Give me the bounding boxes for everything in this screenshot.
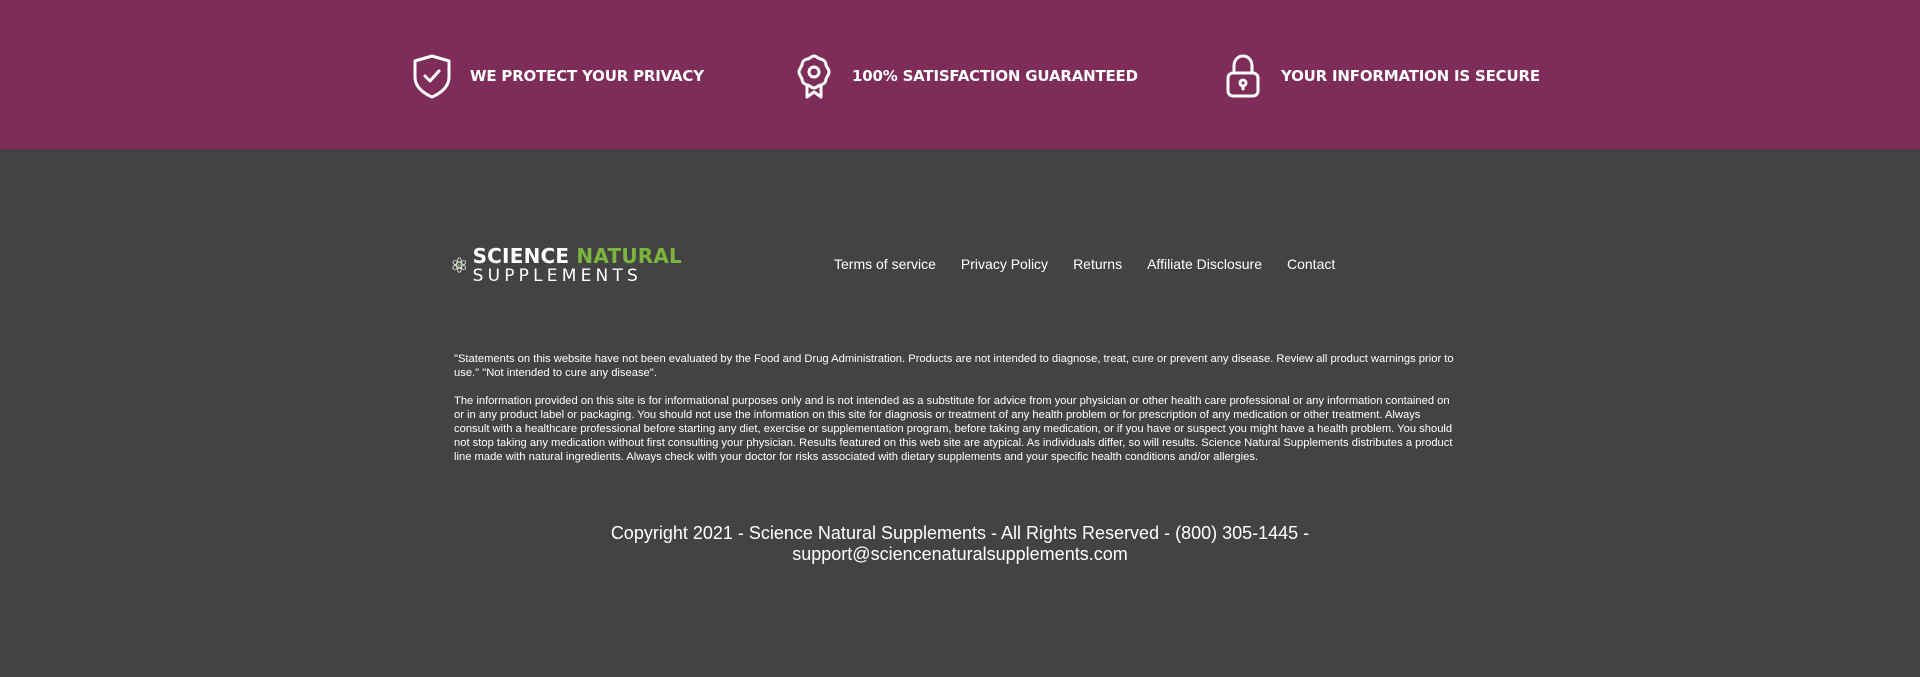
fda-disclaimer: "Statements on this website have not bee… [454,353,1454,379]
logo-word-science: SCIENCE [472,243,570,268]
atom-logo-icon [452,257,467,273]
logo-wordmark: SCIENCE NATURAL SUPPLEMENTS [473,246,682,285]
footer-link-contact[interactable]: Contact [1287,256,1335,272]
trust-bar: WE PROTECT YOUR PRIVACY 100% SATISFACTIO… [0,0,1920,149]
privacy-label: WE PROTECT YOUR PRIVACY [470,67,704,85]
satisfaction-label: 100% SATISFACTION GUARANTEED [852,67,1138,85]
shield-check-icon [413,54,451,99]
footer-link-returns[interactable]: Returns [1073,256,1122,272]
satisfaction-badge: 100% SATISFACTION GUARANTEED [790,52,1138,100]
padlock-icon [1226,54,1260,98]
logo-word-natural: NATURAL [576,243,682,268]
privacy-badge: WE PROTECT YOUR PRIVACY [408,52,704,100]
copyright: Copyright 2021 - Science Natural Supplem… [560,523,1360,565]
logo-word-supplements: SUPPLEMENTS [472,265,643,286]
secure-badge: YOUR INFORMATION IS SECURE [1219,52,1540,100]
support-email[interactable]: support@sciencenaturalsupplements.com [560,544,1360,565]
footer-link-privacy[interactable]: Privacy Policy [961,256,1048,272]
logo[interactable]: SCIENCE NATURAL SUPPLEMENTS [452,236,682,294]
secure-label: YOUR INFORMATION IS SECURE [1281,67,1540,85]
medical-disclaimer: The information provided on this site is… [454,395,1453,463]
footer-link-affiliate[interactable]: Affiliate Disclosure [1147,256,1262,272]
award-ribbon-icon [797,54,831,99]
footer-link-terms[interactable]: Terms of service [834,256,936,272]
footer-nav: Terms of service Privacy Policy Returns … [834,256,1335,272]
copyright-line: Copyright 2021 - Science Natural Supplem… [610,523,1310,543]
